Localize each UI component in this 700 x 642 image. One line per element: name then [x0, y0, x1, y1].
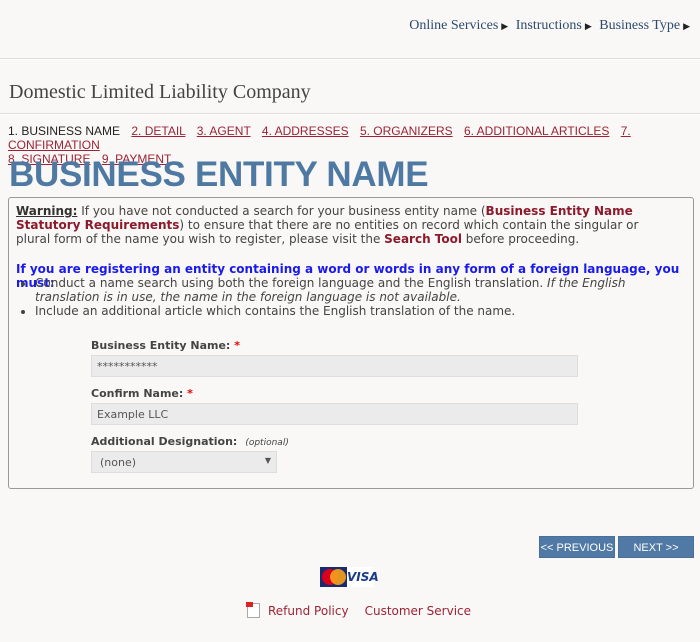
confirm-name-group: Confirm Name: * Example LLC [91, 387, 578, 425]
top-nav: Online Services ▶ Instructions ▶ Business … [405, 18, 690, 34]
designation-group: Additional Designation: (optional) (none)… [91, 435, 578, 473]
designation-select[interactable]: (none) ▼ [91, 451, 277, 473]
page-title: Domestic Limited Liability Company [9, 81, 311, 103]
pdf-icon [246, 602, 260, 618]
section-heading: BUSINESS ENTITY NAME [9, 155, 429, 194]
mastercard-logo [320, 567, 347, 587]
step-addresses[interactable]: 4. ADDRESSES [262, 124, 349, 138]
refund-policy-link[interactable]: Refund Policy [268, 604, 349, 618]
list-item: Include an additional article which cont… [35, 304, 675, 318]
optional-note: (optional) [245, 438, 289, 448]
entity-name-label: Business Entity Name: * [91, 339, 578, 352]
divider [0, 58, 700, 60]
next-button[interactable]: NEXT >> [618, 536, 694, 558]
required-marker: * [187, 387, 193, 400]
nav-business-type[interactable]: Business Type [599, 18, 680, 33]
step-organizers[interactable]: 5. ORGANIZERS [360, 124, 453, 138]
confirm-name-label: Confirm Name: * [91, 387, 578, 400]
step-additional-articles[interactable]: 6. ADDITIONAL ARTICLES [464, 124, 609, 138]
label-text: Additional Designation: [91, 435, 238, 448]
foreign-language-list: Conduct a name search using both the for… [35, 276, 675, 318]
nav-instructions[interactable]: Instructions [516, 18, 582, 33]
bullet-text: Conduct a name search using both the for… [35, 276, 548, 290]
nav-online-services[interactable]: Online Services [409, 18, 498, 33]
label-text: Confirm Name: [91, 387, 184, 400]
footer: Refund Policy Customer Service [246, 602, 471, 618]
arrow-right-icon: ▶ [683, 21, 690, 31]
search-tool-link[interactable]: Search Tool [384, 232, 462, 246]
warning-text-part: If you have not conducted a search for y… [77, 204, 486, 218]
customer-service-link[interactable]: Customer Service [365, 604, 471, 618]
visa-logo: VISA [347, 567, 379, 587]
select-value: (none) [100, 456, 137, 469]
step-current: 1. BUSINESS NAME [8, 124, 121, 138]
label-text: Business Entity Name: [91, 339, 231, 352]
divider [0, 113, 700, 115]
required-marker: * [234, 339, 240, 352]
previous-button[interactable]: << PREVIOUS [539, 536, 615, 558]
warning-text-part: before proceeding. [461, 232, 580, 246]
confirm-name-input[interactable]: Example LLC [91, 403, 578, 425]
step-agent[interactable]: 3. AGENT [197, 124, 251, 138]
entity-name-input[interactable]: *********** [91, 355, 578, 377]
warning-label: Warning: [16, 204, 78, 218]
list-item: Conduct a name search using both the for… [35, 276, 675, 304]
arrow-right-icon: ▶ [501, 21, 509, 31]
designation-label: Additional Designation: (optional) [91, 435, 578, 448]
payment-cards: VISA [320, 567, 379, 587]
chevron-down-icon: ▼ [264, 456, 271, 465]
step-detail[interactable]: 2. DETAIL [131, 124, 185, 138]
arrow-right-icon: ▶ [584, 21, 592, 31]
form-panel: Warning: If you have not conducted a sea… [8, 197, 694, 489]
entity-name-group: Business Entity Name: * *********** [91, 339, 578, 377]
warning-text: Warning: If you have not conducted a sea… [16, 204, 666, 246]
